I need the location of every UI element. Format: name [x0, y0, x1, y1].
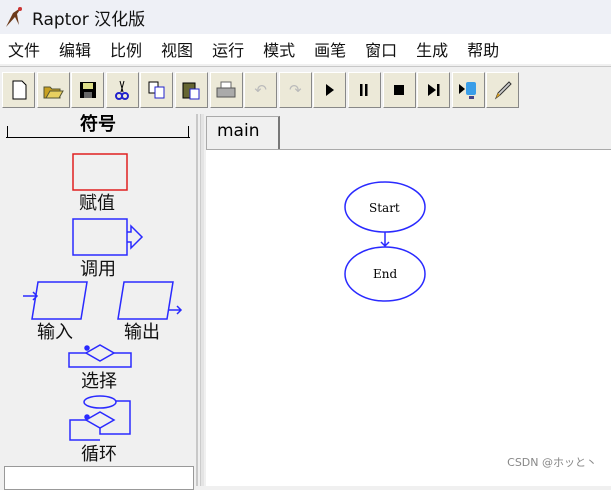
- menu-view[interactable]: 视图: [161, 37, 193, 61]
- pause-button[interactable]: [347, 71, 381, 108]
- watermark: CSDN @ホッと丶: [507, 456, 597, 469]
- flowchart: [344, 181, 426, 302]
- pen-button[interactable]: [486, 71, 520, 108]
- toolbar: ↶ ↷: [0, 66, 611, 112]
- stop-button[interactable]: [382, 71, 416, 108]
- panel-splitter[interactable]: [200, 114, 204, 486]
- test-server-icon: [459, 81, 477, 99]
- step-button[interactable]: [417, 71, 451, 108]
- output-symbol[interactable]: [117, 281, 183, 320]
- loop-symbol[interactable]: [69, 395, 131, 441]
- symbol-shapes: [23, 153, 183, 441]
- menu-bar: 文件 编辑 比例 视图 运行 模式 画笔 窗口 生成 帮助: [0, 34, 611, 64]
- copy-button[interactable]: [140, 71, 174, 108]
- symbol-panel-list: [4, 466, 194, 490]
- flowchart-canvas[interactable]: Start End CSDN @ホッと丶: [206, 149, 611, 486]
- undo-icon: ↶: [254, 80, 267, 99]
- print-button[interactable]: [209, 71, 243, 108]
- redo-button[interactable]: ↷: [278, 71, 312, 108]
- menu-ink[interactable]: 画笔: [314, 37, 346, 61]
- save-button[interactable]: [71, 71, 105, 108]
- tab-main[interactable]: main: [206, 116, 280, 150]
- raptor-logo-icon: [6, 7, 22, 27]
- copy-icon: [148, 81, 165, 98]
- window-title: Raptor 汉化版: [32, 9, 146, 30]
- open-button[interactable]: [36, 71, 70, 108]
- end-label: End: [373, 267, 398, 281]
- input-label: 输入: [37, 322, 73, 343]
- menu-help[interactable]: 帮助: [467, 37, 499, 61]
- paste-icon: [182, 82, 200, 99]
- menu-generate[interactable]: 生成: [416, 37, 448, 61]
- open-folder-icon: [43, 86, 64, 98]
- step-icon: [427, 83, 440, 96]
- print-icon: [216, 81, 236, 97]
- flow-arrow: [380, 232, 390, 248]
- symbol-panel: 符号 赋值 调用 输入 输出 选择 循环: [0, 114, 198, 490]
- call-symbol[interactable]: [72, 218, 144, 256]
- new-button[interactable]: [2, 71, 35, 108]
- redo-icon: ↷: [288, 80, 302, 99]
- selection-symbol[interactable]: [68, 344, 132, 368]
- menu-edit[interactable]: 编辑: [59, 37, 91, 61]
- run-button[interactable]: [313, 71, 347, 108]
- menu-run[interactable]: 运行: [212, 37, 244, 61]
- test-server-button[interactable]: [451, 71, 485, 108]
- menu-scale[interactable]: 比例: [110, 37, 142, 61]
- menu-file[interactable]: 文件: [8, 37, 40, 61]
- input-symbol[interactable]: [23, 281, 88, 320]
- stop-icon: [394, 84, 405, 95]
- play-icon: [325, 83, 334, 96]
- cut-button[interactable]: [105, 71, 139, 108]
- undo-button[interactable]: ↶: [244, 71, 278, 108]
- menu-window[interactable]: 窗口: [365, 37, 397, 61]
- call-label: 调用: [80, 259, 116, 280]
- pen-icon: [494, 80, 512, 99]
- cut-icon: [115, 80, 130, 100]
- assign-label: 赋值: [79, 193, 115, 214]
- output-label: 输出: [124, 322, 160, 343]
- loop-label: 循环: [81, 444, 117, 465]
- menu-mode[interactable]: 模式: [263, 37, 295, 61]
- paste-button[interactable]: [174, 71, 208, 108]
- pause-icon: [360, 83, 368, 96]
- title-bar: Raptor 汉化版: [0, 0, 611, 34]
- new-file-icon: [12, 80, 26, 99]
- save-icon: [79, 81, 96, 98]
- start-label: Start: [369, 201, 400, 215]
- assign-symbol[interactable]: [72, 153, 128, 191]
- selection-label: 选择: [81, 371, 117, 392]
